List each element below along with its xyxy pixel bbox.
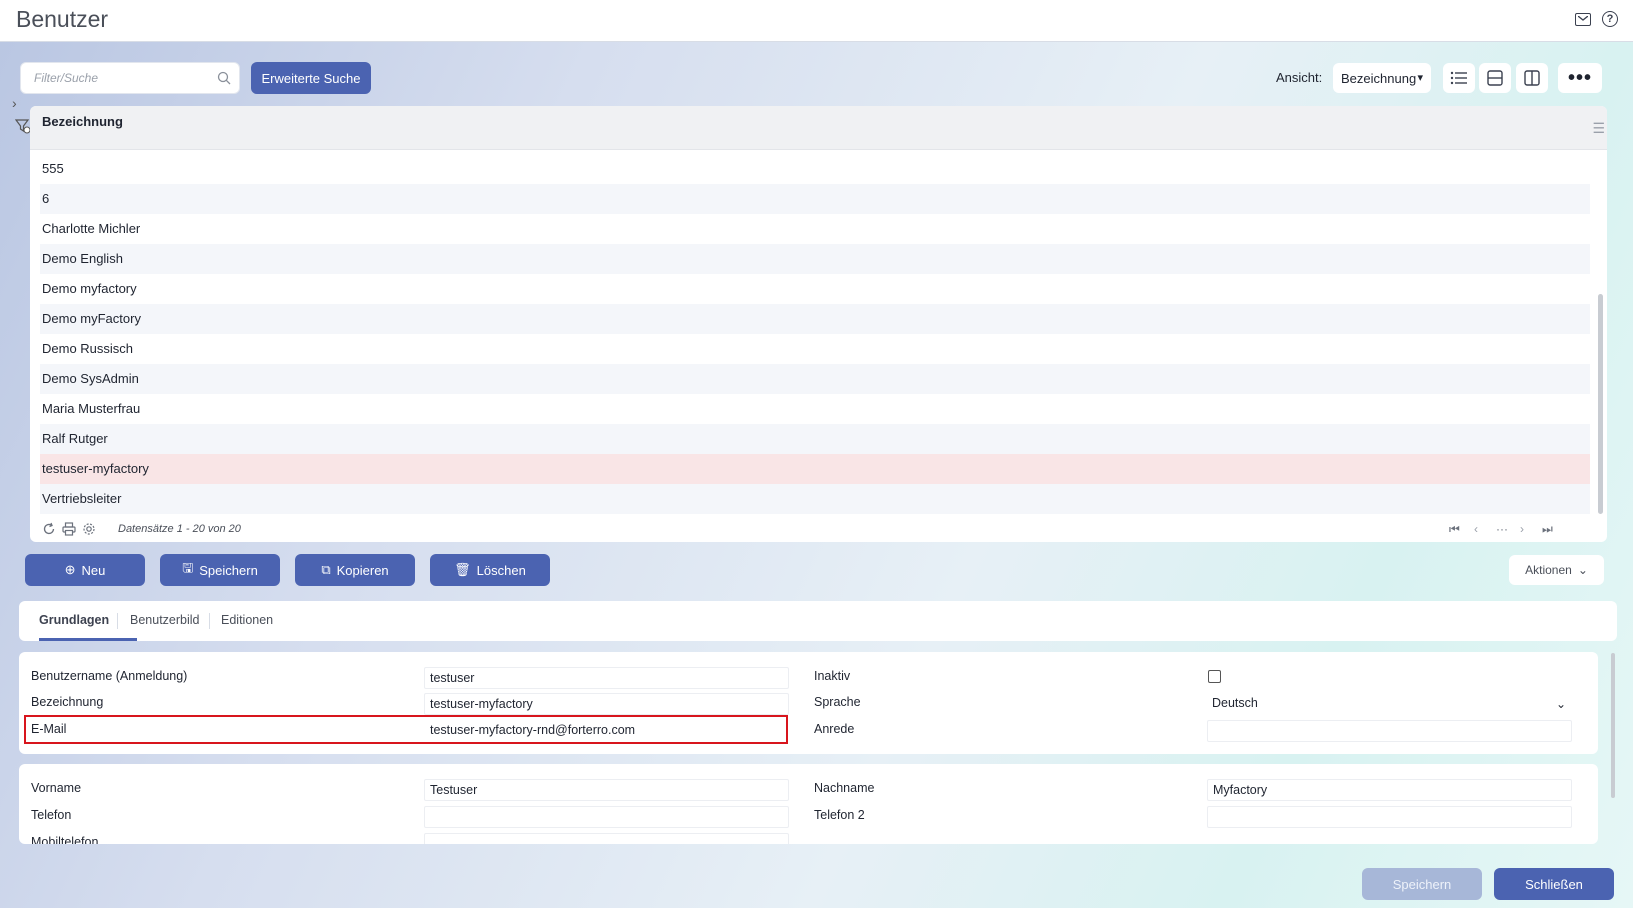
split-horizontal-icon <box>1487 70 1503 86</box>
close-button[interactable]: Schließen <box>1494 868 1614 900</box>
split-vertical-icon <box>1524 70 1540 86</box>
grid-rows: 555 6 Charlotte Michler Demo English Demo my… <box>40 154 1590 514</box>
split-horizontal-button[interactable] <box>1479 63 1511 93</box>
chevron-right-icon[interactable]: › <box>12 95 17 111</box>
mail-icon[interactable] <box>1575 13 1591 26</box>
form-scrollbar[interactable] <box>1611 653 1615 798</box>
trash-icon: 🗑 <box>454 562 471 577</box>
tab-benutzerbild[interactable]: Benutzerbild <box>130 613 200 627</box>
mobiltelefon-field[interactable] <box>424 833 789 844</box>
copy-icon: ⧉ <box>321 562 331 577</box>
more-icon: ••• <box>1567 66 1592 89</box>
table-row[interactable]: 555 <box>40 154 1590 184</box>
sprache-label: Sprache <box>814 695 861 709</box>
tab-separator <box>117 613 118 629</box>
prev-page-icon[interactable]: ‹ <box>1474 522 1478 536</box>
plus-circle-icon: ⊕ <box>64 562 76 577</box>
username-label: Benutzername (Anmeldung) <box>31 669 188 683</box>
inaktiv-label: Inaktiv <box>814 669 851 683</box>
copy-button-label: Kopieren <box>336 562 389 578</box>
telefon2-label: Telefon 2 <box>814 808 865 822</box>
anrede-label: Anrede <box>814 722 855 736</box>
table-row[interactable]: testuser-myfactory <box>40 454 1590 484</box>
view-select-value: Bezeichnung <box>1341 70 1417 86</box>
grid-scrollbar[interactable] <box>1598 294 1603 514</box>
list-view-button[interactable] <box>1443 63 1475 93</box>
next-page-icon[interactable]: › <box>1520 522 1524 536</box>
user-grid: Bezeichnung ☰ 555 6 Charlotte Michler Demo … <box>30 106 1607 542</box>
records-count: Datensätze 1 - 20 von 20 <box>118 523 241 535</box>
settings-icon[interactable] <box>82 522 96 536</box>
search-box[interactable] <box>20 62 240 94</box>
sprache-select[interactable]: Deutsch ⌄ <box>1207 693 1572 715</box>
title-bar: Benutzer ? <box>0 0 1633 42</box>
telefon-field[interactable] <box>424 806 789 828</box>
advanced-search-button[interactable]: Erweiterte Suche <box>251 62 371 94</box>
save-record-button-label: Speichern <box>199 562 258 578</box>
active-tab-indicator <box>39 638 137 641</box>
new-button-label: Neu <box>81 562 106 578</box>
chevron-down-icon: ⌄ <box>1577 563 1588 577</box>
bezeichnung-label: Bezeichnung <box>31 695 104 709</box>
tab-bar: Grundlagen Benutzerbild Editionen <box>19 601 1617 641</box>
delete-button-label: Löschen <box>476 562 526 578</box>
view-label: Ansicht: <box>1276 70 1323 85</box>
sprache-value: Deutsch <box>1212 696 1258 710</box>
tab-separator <box>209 613 210 629</box>
more-options-button[interactable]: ••• <box>1558 63 1602 93</box>
telefon-label: Telefon <box>31 808 72 822</box>
table-row[interactable]: Demo myFactory <box>40 304 1590 334</box>
chevron-down-icon: ⌄ <box>1555 697 1566 711</box>
telefon2-field[interactable] <box>1207 806 1572 828</box>
inaktiv-checkbox[interactable] <box>1208 670 1221 683</box>
search-icon[interactable] <box>217 71 231 85</box>
form-section-contact: Vorname Testuser Telefon Mobiltelefon Na… <box>19 764 1598 844</box>
save-button[interactable]: Speichern <box>1362 868 1482 900</box>
page-title: Benutzer <box>16 6 109 32</box>
table-row[interactable]: Demo SysAdmin <box>40 364 1590 394</box>
search-input[interactable] <box>21 63 201 93</box>
bezeichnung-field[interactable]: testuser-myfactory <box>424 693 789 715</box>
column-header-bezeichnung[interactable]: Bezeichnung <box>42 114 123 129</box>
table-row[interactable]: Demo myfactory <box>40 274 1590 304</box>
page-ellipsis-icon[interactable]: ··· <box>1496 522 1508 536</box>
delete-button[interactable]: 🗑 Löschen <box>430 554 550 586</box>
email-highlight-frame <box>24 715 788 744</box>
new-button[interactable]: ⊕ Neu <box>25 554 145 586</box>
print-icon[interactable] <box>62 522 76 536</box>
table-row[interactable]: Demo English <box>40 244 1590 274</box>
table-row[interactable]: Ralf Rutger <box>40 424 1590 454</box>
username-field[interactable]: testuser <box>424 667 789 689</box>
table-row[interactable]: Vertriebsleiter <box>40 484 1590 514</box>
save-record-button[interactable]: 🖫 Speichern <box>160 554 280 586</box>
view-select[interactable]: Bezeichnung ▾ <box>1333 63 1431 93</box>
vorname-field[interactable]: Testuser <box>424 779 789 801</box>
copy-button[interactable]: ⧉ Kopieren <box>295 554 415 586</box>
table-row[interactable]: Maria Musterfrau <box>40 394 1590 424</box>
tab-editionen[interactable]: Editionen <box>221 613 273 627</box>
save-icon: 🖫 <box>182 560 194 575</box>
split-vertical-button[interactable] <box>1516 63 1548 93</box>
grid-header: Bezeichnung ☰ <box>30 106 1607 150</box>
refresh-icon[interactable] <box>42 522 56 536</box>
grid-footer: Datensätze 1 - 20 von 20 ⏮ ‹ ··· › ⏭ <box>30 518 1607 542</box>
aktionen-label: Aktionen <box>1525 563 1572 577</box>
column-menu-icon[interactable]: ☰ <box>1592 120 1605 137</box>
table-row[interactable]: Demo Russisch <box>40 334 1590 364</box>
chevron-down-icon: ▾ <box>1417 72 1423 84</box>
nachname-field[interactable]: Myfactory <box>1207 779 1572 801</box>
table-row[interactable]: 6 <box>40 184 1590 214</box>
mobiltelefon-label: Mobiltelefon <box>31 835 99 844</box>
filter-icon[interactable] <box>15 118 31 134</box>
tab-grundlagen[interactable]: Grundlagen <box>39 613 109 627</box>
table-row[interactable]: Charlotte Michler <box>40 214 1590 244</box>
anrede-field[interactable] <box>1207 720 1572 742</box>
aktionen-dropdown[interactable]: Aktionen ⌄ <box>1509 555 1604 585</box>
first-page-icon[interactable]: ⏮ <box>1449 522 1460 537</box>
list-view-icon <box>1450 71 1467 85</box>
help-icon[interactable]: ? <box>1602 11 1618 27</box>
vorname-label: Vorname <box>31 781 82 795</box>
last-page-icon[interactable]: ⏭ <box>1542 522 1553 537</box>
nachname-label: Nachname <box>814 781 875 795</box>
